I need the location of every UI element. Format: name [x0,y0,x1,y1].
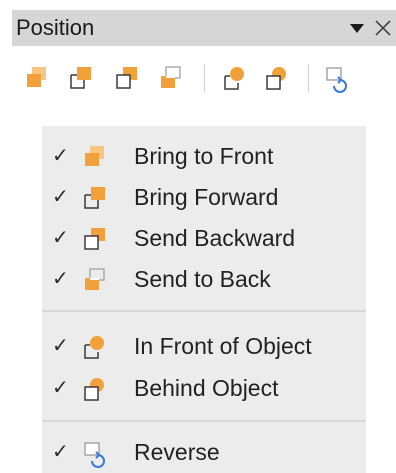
menu-separator [42,310,366,312]
check-icon: ✓ [52,441,69,463]
bring-to-front-icon [22,63,52,93]
reverse-icon [322,63,352,93]
menu-separator [42,420,366,422]
check-icon: ✓ [52,268,69,290]
send-backward-icon [112,63,142,93]
menu-item-send-backward[interactable]: ✓ Send Backward [42,218,366,258]
menu-item-bring-to-front[interactable]: ✓ Bring to Front [42,136,366,176]
check-icon: ✓ [52,145,69,167]
bring-forward-icon [66,63,96,93]
behind-object-button[interactable] [258,58,296,98]
send-backward-button[interactable] [108,58,146,98]
menu-item-label: Bring to Front [134,143,274,169]
in-front-of-object-icon [220,63,250,93]
reverse-button[interactable] [318,58,356,98]
panel-titlebar: Position [12,10,396,46]
send-to-back-button[interactable] [152,58,190,98]
bring-forward-button[interactable] [62,58,100,98]
check-icon: ✓ [52,335,69,357]
toolbar-icon-row [18,58,396,98]
menu-item-bring-forward[interactable]: ✓ Bring Forward [42,177,366,217]
in-front-of-object-icon [80,332,110,362]
menu-item-behind-object[interactable]: ✓ Behind Object [42,368,366,408]
menu-item-label: Send Backward [134,225,296,251]
behind-object-icon [80,374,110,404]
panel-controls [344,14,396,42]
send-backward-icon [80,224,110,254]
toolbar-separator [308,64,309,92]
check-icon: ✓ [52,227,69,249]
menu-item-label: Reverse [134,439,220,465]
reverse-icon [80,438,110,468]
menu-item-reverse[interactable]: ✓ Reverse [42,432,366,472]
close-icon[interactable] [370,14,396,42]
send-to-back-icon [156,63,186,93]
behind-object-icon [262,63,292,93]
position-toolbar: Position [0,0,396,110]
menu-item-label: In Front of Object [134,333,312,359]
position-menu: ✓ Bring to Front ✓ Bring Forward ✓ Send [42,126,366,473]
send-to-back-icon [80,265,110,295]
menu-item-in-front-of-object[interactable]: ✓ In Front of Object [42,326,366,366]
menu-item-send-to-back[interactable]: ✓ Send to Back [42,259,366,299]
menu-item-label: Bring Forward [134,184,279,210]
panel-title: Position [16,15,95,40]
check-icon: ✓ [52,377,69,399]
menu-item-label: Behind Object [134,375,279,401]
check-icon: ✓ [52,186,69,208]
triangle-down-icon[interactable] [344,14,370,42]
bring-to-front-button[interactable] [18,58,56,98]
bring-to-front-icon [80,142,110,172]
toolbar-separator [204,64,205,92]
menu-item-label: Send to Back [134,266,271,292]
bring-forward-icon [80,183,110,213]
in-front-of-object-button[interactable] [216,58,254,98]
